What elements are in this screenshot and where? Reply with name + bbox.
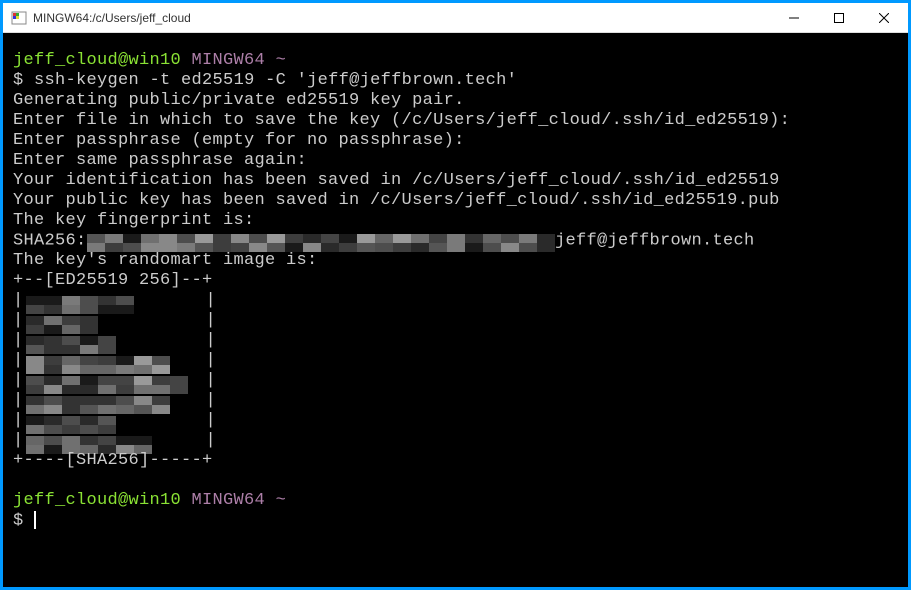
command-text: ssh-keygen -t ed25519 -C 'jeff@jeffbrown… — [34, 71, 517, 90]
env-label: MINGW64 — [192, 491, 266, 510]
randomart-top: +--[ED25519 256]--+ — [13, 271, 898, 291]
prompt-line: jeff_cloud@win10 MINGW64 ~ — [13, 491, 898, 511]
output-line: Generating public/private ed25519 key pa… — [13, 91, 898, 111]
randomart-row: || — [13, 351, 898, 371]
randomart-row: || — [13, 431, 898, 451]
titlebar[interactable]: MINGW64:/c/Users/jeff_cloud — [3, 3, 908, 33]
command-line: $ ssh-keygen -t ed25519 -C 'jeff@jeffbro… — [13, 71, 898, 91]
close-icon — [879, 13, 889, 23]
randomart-row: || — [13, 331, 898, 351]
prompt-dollar: $ — [13, 71, 24, 90]
redacted-randomart — [26, 412, 116, 430]
prompt-line: $ — [13, 511, 898, 531]
redacted-fingerprint — [87, 230, 545, 248]
terminal-body[interactable]: jeff_cloud@win10 MINGW64 ~ $ ssh-keygen … — [3, 33, 908, 587]
randomart-row: || — [13, 291, 898, 311]
randomart-row: || — [13, 391, 898, 411]
sha-suffix: jeff@jeffbrown.tech — [545, 231, 755, 250]
output-line: Enter passphrase (empty for no passphras… — [13, 131, 898, 151]
terminal-icon — [11, 10, 27, 26]
output-line: The key's randomart image is: — [13, 251, 898, 271]
fingerprint-line: SHA256: jeff@jeffbrown.tech — [13, 231, 898, 251]
window-controls — [771, 3, 906, 33]
sha-prefix: SHA256: — [13, 231, 87, 250]
path-label: ~ — [276, 491, 287, 510]
randomart-bottom: +----[SHA256]-----+ — [13, 451, 898, 471]
redacted-randomart — [26, 312, 86, 330]
cursor — [34, 511, 36, 529]
output-line: The key fingerprint is: — [13, 211, 898, 231]
redacted-randomart — [26, 392, 156, 410]
window-title: MINGW64:/c/Users/jeff_cloud — [33, 11, 771, 25]
randomart-row: || — [13, 311, 898, 331]
path-label: ~ — [276, 51, 287, 70]
redacted-randomart — [26, 352, 156, 370]
output-line: Your public key has been saved in /c/Use… — [13, 191, 898, 211]
randomart-row: || — [13, 411, 898, 431]
randomart-row: || — [13, 371, 898, 391]
maximize-button[interactable] — [816, 3, 861, 33]
output-line: Enter file in which to save the key (/c/… — [13, 111, 898, 131]
minimize-icon — [789, 13, 799, 23]
minimize-button[interactable] — [771, 3, 816, 33]
redacted-randomart — [26, 372, 176, 390]
redacted-randomart — [26, 432, 136, 450]
output-line: Enter same passphrase again: — [13, 151, 898, 171]
maximize-icon — [834, 13, 844, 23]
prompt-line: jeff_cloud@win10 MINGW64 ~ — [13, 51, 898, 71]
prompt-dollar: $ — [13, 512, 24, 531]
terminal-window: MINGW64:/c/Users/jeff_cloud jeff_cloud@w… — [3, 3, 908, 587]
blank-line — [13, 471, 898, 491]
user-host: jeff_cloud@win10 — [13, 51, 181, 70]
env-label: MINGW64 — [192, 51, 266, 70]
user-host: jeff_cloud@win10 — [13, 491, 181, 510]
close-button[interactable] — [861, 3, 906, 33]
redacted-randomart — [26, 292, 126, 310]
output-line: Your identification has been saved in /c… — [13, 171, 898, 191]
redacted-randomart — [26, 332, 106, 350]
